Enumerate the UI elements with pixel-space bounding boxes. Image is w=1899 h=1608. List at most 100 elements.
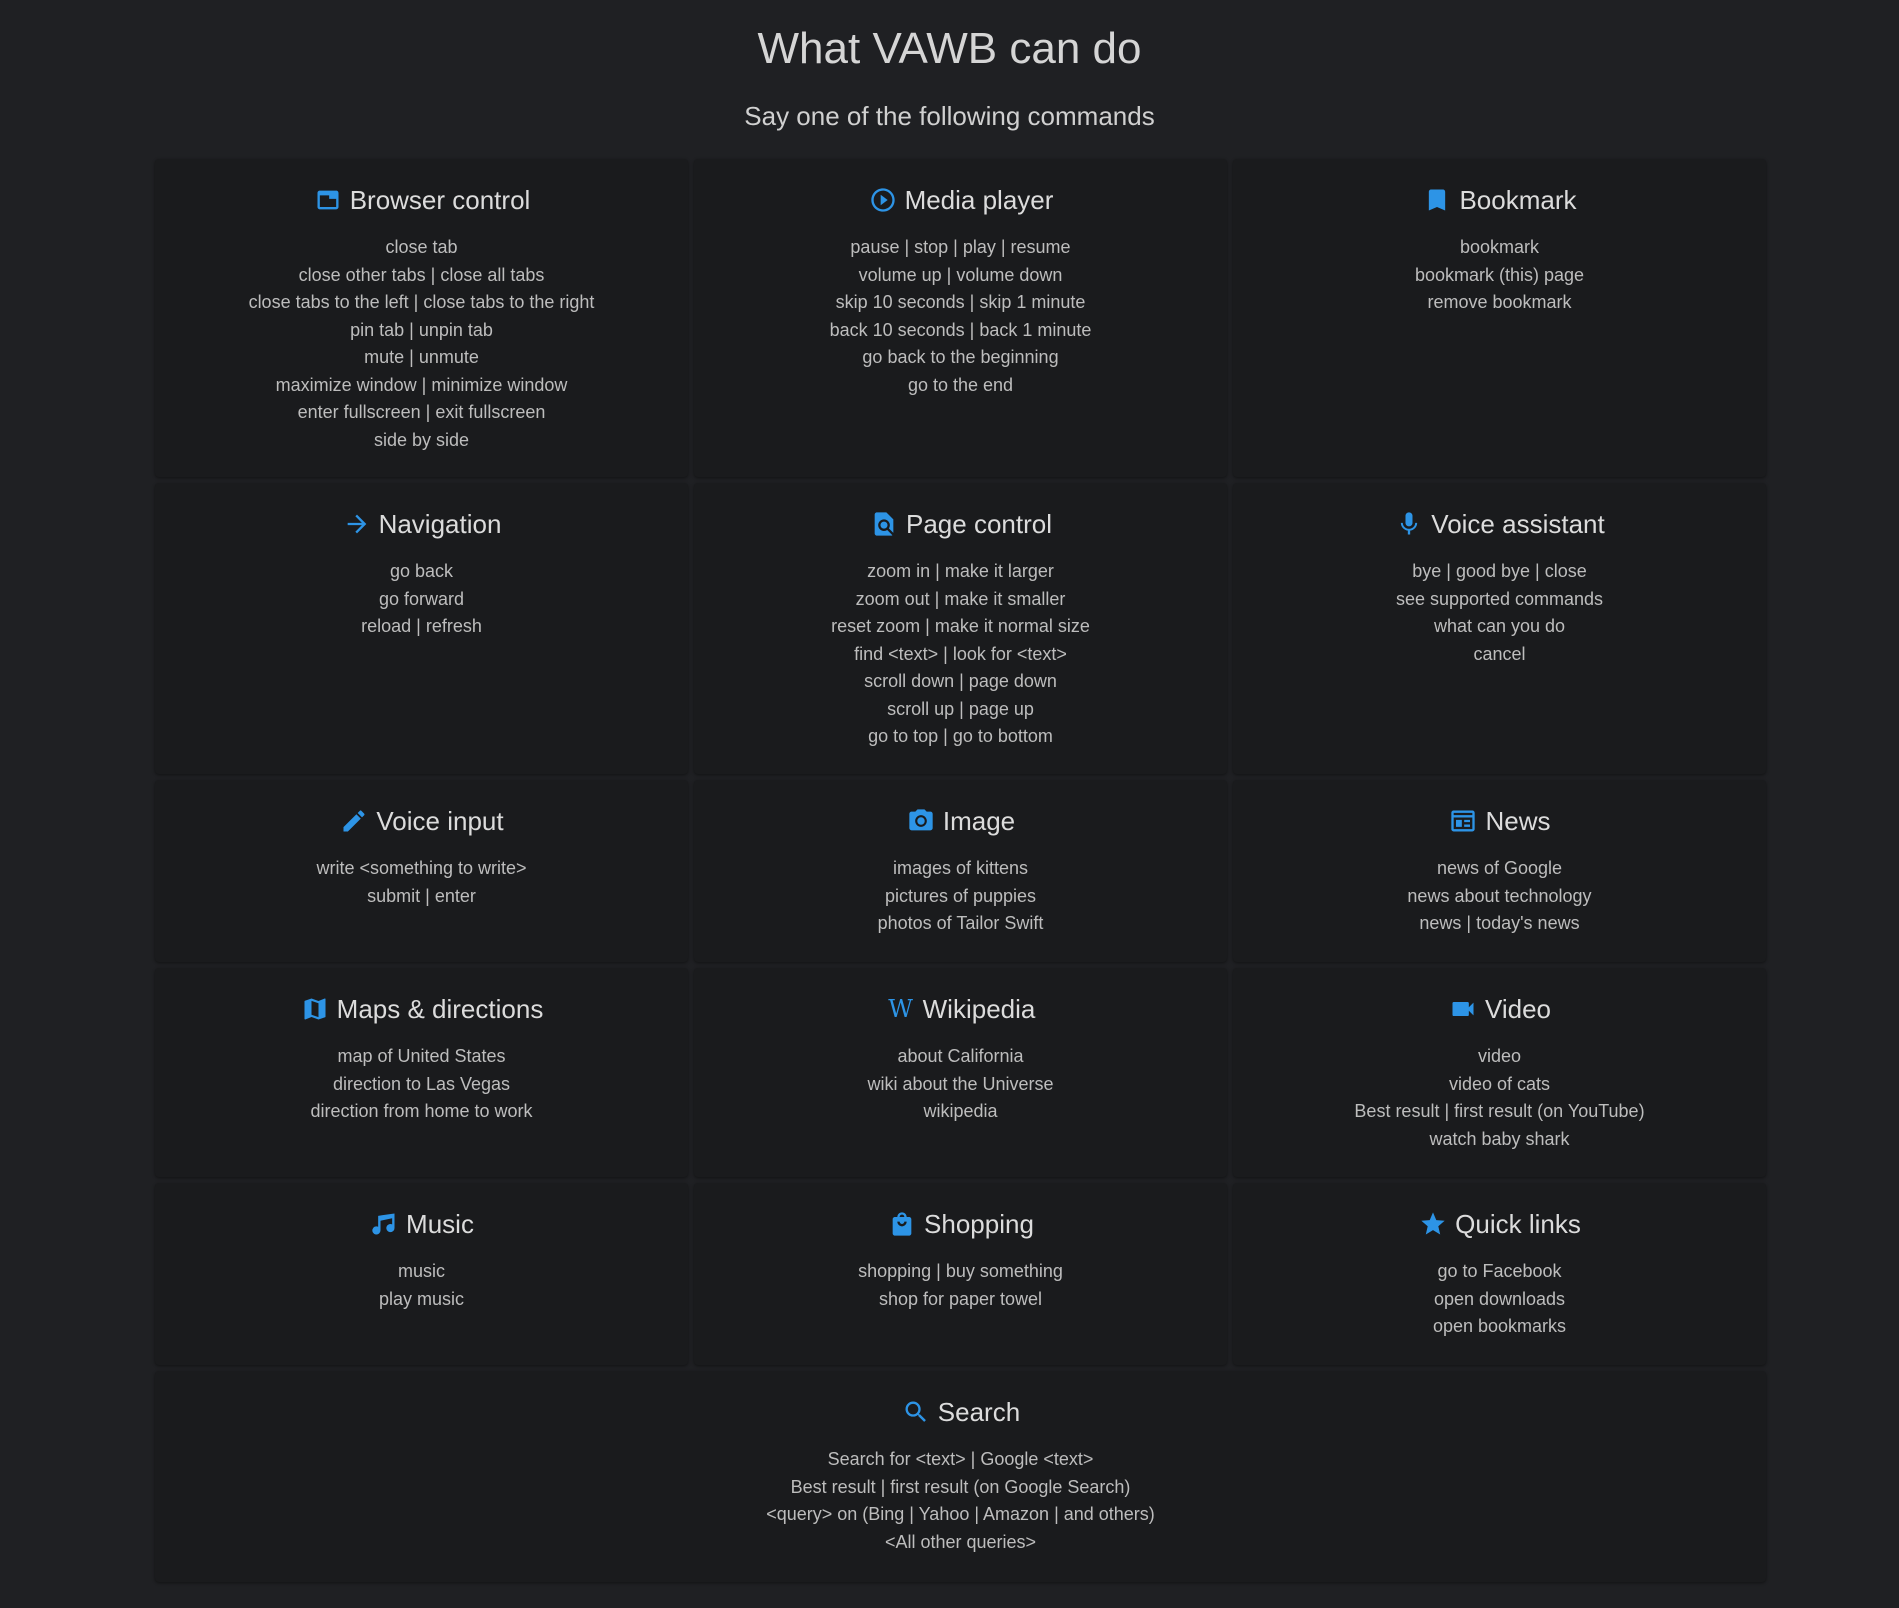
pencil-icon (339, 806, 369, 836)
section-header: Media player (694, 180, 1227, 220)
section-header: Voice input (155, 801, 688, 841)
command-item: enter fullscreen | exit fullscreen (297, 402, 546, 422)
command-item: scroll up | page up (887, 698, 1034, 719)
command-item: zoom out | make it smaller (855, 588, 1066, 609)
section-title: Media player (904, 184, 1054, 215)
section-card-music: Music music play music (155, 1183, 688, 1365)
section-header: Search (155, 1392, 1766, 1432)
section-card-search: Search Search for <text> | Google <text> B… (155, 1371, 1766, 1582)
section-title: Quick links (1455, 1208, 1581, 1239)
section-title: Image (942, 805, 1016, 836)
section-title: Page control (906, 508, 1052, 539)
section-header: Page control (694, 504, 1227, 544)
command-item: submit | enter (367, 885, 476, 906)
command-list: map of United States direction to Las Veg… (155, 1043, 688, 1126)
command-item: pause | stop | play | resume (850, 237, 1071, 257)
section-title: Voice assistant (1431, 508, 1605, 539)
command-item: shopping | buy something (858, 1261, 1063, 1281)
command-item: zoom in | make it larger (867, 561, 1054, 581)
music-note-icon (369, 1209, 399, 1239)
command-list: close tab close other tabs | close all ta… (155, 234, 688, 454)
command-item: bookmark (this) page (1414, 264, 1585, 285)
command-list: music play music (155, 1258, 688, 1313)
command-item: back 10 seconds | back 1 minute (829, 319, 1092, 340)
section-title: Search (937, 1396, 1021, 1427)
command-item: remove bookmark (1427, 292, 1572, 312)
command-item: cancel (1473, 643, 1526, 664)
section-header: Voice assistant (1233, 504, 1766, 544)
command-list: zoom in | make it larger zoom out | make … (694, 558, 1227, 751)
command-item: go back to the beginning (862, 347, 1059, 367)
command-item: play music (378, 1288, 465, 1309)
command-item: reload | refresh (361, 616, 482, 636)
section-card-navigation: Navigation go back go forward reload | refr… (155, 483, 688, 774)
section-card-image: Image images of kittens pictures of puppie… (694, 780, 1227, 962)
section-card-quick-links: Quick links go to Facebook open downloads o… (1233, 1183, 1766, 1365)
section-card-video: Video video video of cats Best result | fir… (1233, 968, 1766, 1177)
command-item: close other tabs | close all tabs (298, 264, 545, 285)
command-list: video video of cats Best result | first re… (1233, 1043, 1766, 1153)
commands-page: What VAWB can do Say one of the followin… (0, 0, 1899, 1608)
microphone-icon (1394, 509, 1424, 539)
command-item: Best result | first result (on YouTube) (1354, 1101, 1645, 1121)
command-item: video (1477, 1046, 1522, 1066)
newspaper-icon (1448, 806, 1478, 836)
command-item: bookmark (1459, 237, 1540, 257)
command-list: go to Facebook open downloads open bookmar… (1233, 1258, 1766, 1341)
section-title: Maps & directions (336, 993, 544, 1024)
command-item: Search for <text> | Google <text> (827, 1449, 1094, 1469)
command-item: news of Google (1436, 858, 1563, 878)
command-item: wiki about the Universe (867, 1073, 1054, 1094)
command-item: about California (897, 1046, 1024, 1066)
command-item: watch baby shark (1429, 1128, 1570, 1149)
wikipedia-icon: W (888, 995, 913, 1023)
command-item: bye | good bye | close (1412, 561, 1587, 581)
section-title: Browser control (349, 184, 531, 215)
command-item: open bookmarks (1432, 1316, 1567, 1336)
command-item: close tabs to the left | close tabs to t… (248, 292, 595, 312)
section-header: Image (694, 801, 1227, 841)
videocam-icon (1448, 994, 1478, 1024)
play-circle-icon (868, 185, 898, 215)
command-item: side by side (373, 429, 470, 450)
command-list: about California wiki about the Universe w… (694, 1043, 1227, 1126)
command-item: <query> on (Bing | Yahoo | Amazon | and … (766, 1504, 1155, 1524)
command-item: pin tab | unpin tab (350, 319, 493, 340)
command-item: go to Facebook (1437, 1261, 1562, 1281)
command-item: wikipedia (923, 1101, 998, 1121)
command-item: open downloads (1433, 1288, 1566, 1309)
command-item: video of cats (1448, 1073, 1551, 1094)
map-icon (300, 994, 330, 1024)
camera-icon (906, 806, 936, 836)
command-item: map of United States (337, 1046, 506, 1066)
command-item: volume up | volume down (858, 264, 1063, 285)
section-title: Music (406, 1208, 474, 1239)
section-card-shopping: Shopping shopping | buy something shop for… (694, 1183, 1227, 1365)
command-item: what can you do (1433, 616, 1566, 636)
section-title: Navigation (378, 508, 502, 539)
command-item: find <text> | look for <text> (854, 643, 1067, 664)
shopping-bag-icon (887, 1209, 917, 1239)
section-title: Wikipedia (922, 993, 1036, 1024)
command-list: news of Google news about technology news … (1233, 855, 1766, 938)
section-header: Quick links (1233, 1204, 1766, 1244)
find-in-page-icon (869, 509, 899, 539)
section-card-media-player: Media player pause | stop | play | resume… (694, 159, 1227, 477)
star-icon (1418, 1209, 1448, 1239)
command-list: images of kittens pictures of puppies phot… (694, 855, 1227, 938)
command-item: write <something to write> (316, 858, 527, 878)
command-item: go forward (378, 588, 465, 609)
command-list: bookmark bookmark (this) page remove bookm… (1233, 234, 1766, 317)
section-header: Browser control (155, 180, 688, 220)
browser-window-icon (313, 185, 343, 215)
command-item: shop for paper towel (878, 1288, 1043, 1309)
command-item: images of kittens (892, 858, 1029, 878)
bookmark-icon (1422, 185, 1452, 215)
section-header: Video (1233, 989, 1766, 1029)
command-list: pause | stop | play | resume volume up | … (694, 234, 1227, 399)
command-item: news | today's news (1419, 913, 1580, 933)
section-title: Voice input (376, 805, 504, 836)
command-list: shopping | buy something shop for paper t… (694, 1258, 1227, 1313)
command-item: go to the end (907, 374, 1014, 395)
command-list: write <something to write> submit | enter (155, 855, 688, 910)
